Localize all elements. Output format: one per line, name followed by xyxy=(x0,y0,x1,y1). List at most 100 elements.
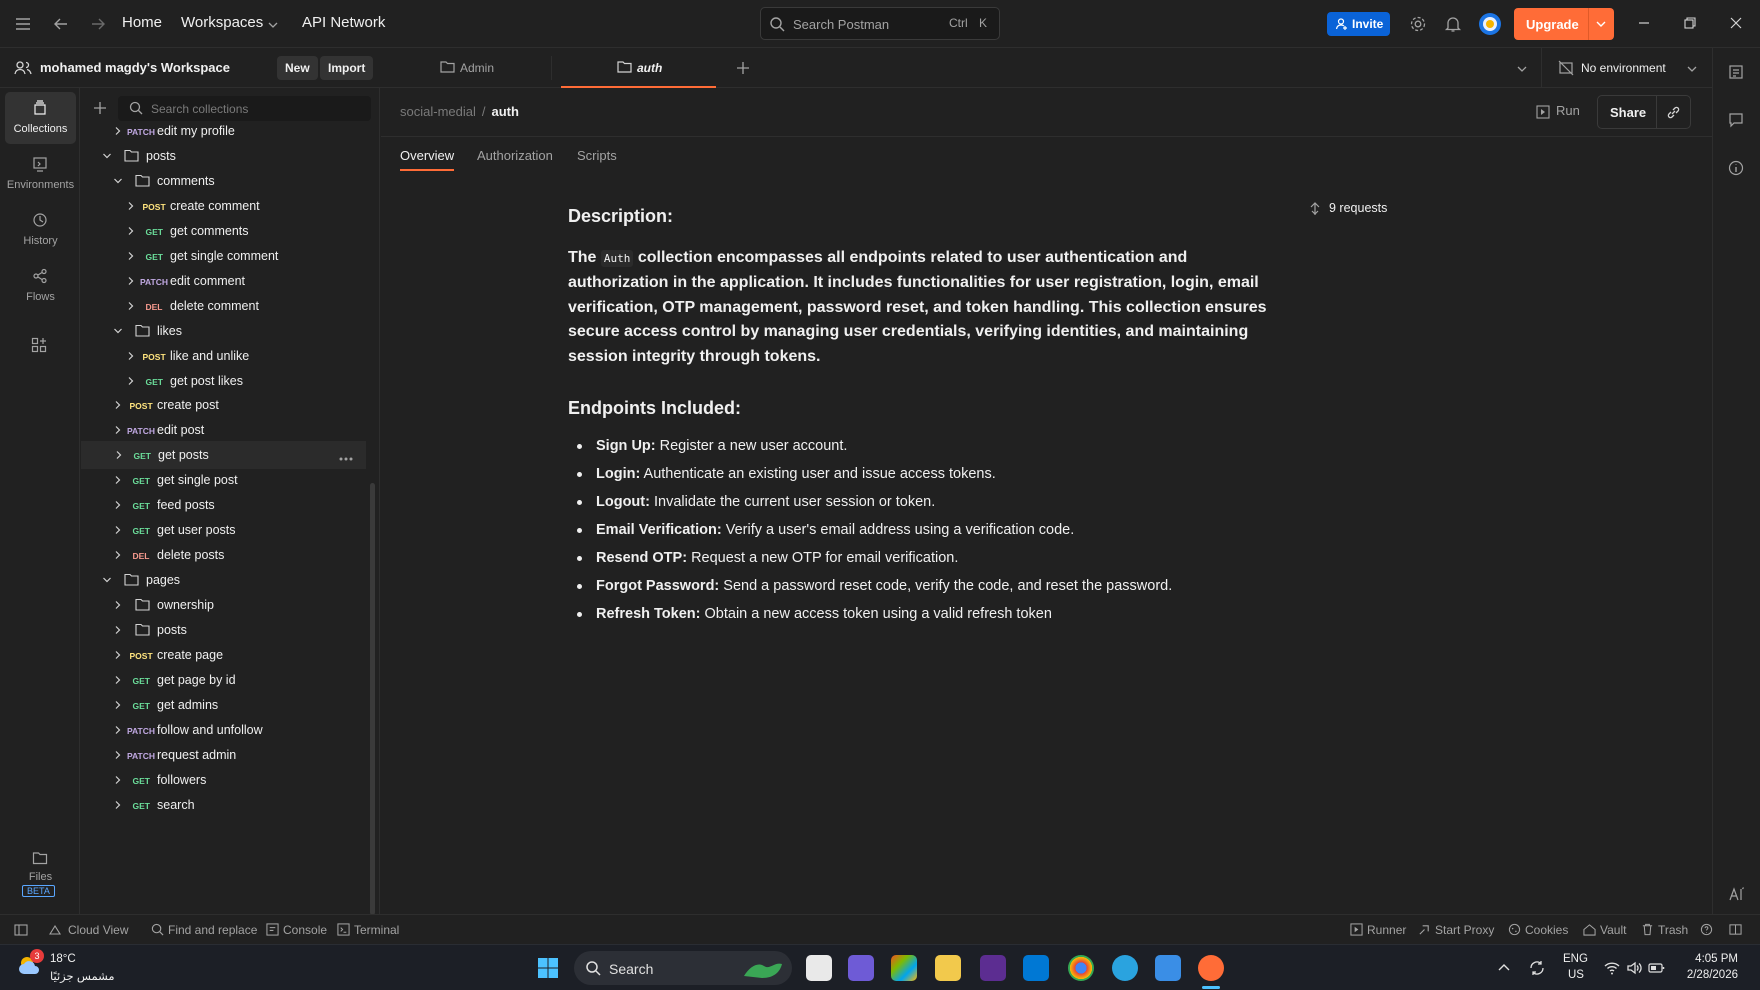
clock-time[interactable]: 4:05 PM xyxy=(1668,953,1738,965)
rail-files[interactable]: Files BETA xyxy=(5,846,76,906)
rail-flows[interactable]: Flows xyxy=(5,260,76,312)
chevron-down-icon[interactable] xyxy=(102,575,112,585)
gear-icon[interactable] xyxy=(1409,15,1427,33)
vs-code-icon[interactable] xyxy=(1023,955,1049,981)
menu-icon[interactable] xyxy=(14,15,32,33)
request-edit-comment[interactable]: PATCH edit comment xyxy=(80,267,366,295)
console[interactable]: Console xyxy=(283,923,327,937)
request-create-comment[interactable]: POST create comment xyxy=(80,192,366,220)
request-delete-posts[interactable]: DEL delete posts xyxy=(80,541,366,569)
chevron-right-icon[interactable] xyxy=(113,126,123,136)
chevron-right-icon[interactable] xyxy=(113,675,123,685)
two-pane-icon[interactable] xyxy=(1729,923,1742,936)
tab-scripts[interactable]: Scripts xyxy=(577,148,617,163)
photos-icon[interactable] xyxy=(1155,955,1181,981)
sidebar-scrollbar[interactable] xyxy=(370,483,375,915)
chevron-down-icon[interactable] xyxy=(102,151,112,161)
rail-history[interactable]: History xyxy=(5,204,76,256)
wifi-icon[interactable] xyxy=(1604,960,1620,976)
folder-likes[interactable]: likes xyxy=(80,317,366,345)
chevron-right-icon[interactable] xyxy=(126,376,136,386)
invite-button[interactable]: Invite xyxy=(1327,12,1390,36)
chevron-down-icon[interactable] xyxy=(113,176,123,186)
share-button[interactable]: Share xyxy=(1597,95,1691,129)
request-edit-post[interactable]: PATCH edit post xyxy=(80,416,366,444)
workspaces-menu[interactable]: Workspaces xyxy=(181,14,263,31)
forward-arrow-icon[interactable] xyxy=(89,15,107,33)
find-and-replace[interactable]: Find and replace xyxy=(168,923,257,937)
request-get-admins[interactable]: GET get admins xyxy=(80,691,366,719)
chevron-right-icon[interactable] xyxy=(113,725,123,735)
info-icon[interactable] xyxy=(1728,160,1744,176)
telegram-icon[interactable] xyxy=(1112,955,1138,981)
runner[interactable]: Runner xyxy=(1367,923,1406,937)
teams-icon[interactable] xyxy=(848,955,874,981)
request-edit-my-profile[interactable]: PATCH edit my profile xyxy=(80,117,366,145)
trash[interactable]: Trash xyxy=(1658,923,1688,937)
vault[interactable]: Vault xyxy=(1600,923,1626,937)
rail-environments[interactable]: Environments xyxy=(5,148,76,200)
environment-selector[interactable]: No environment xyxy=(1581,61,1666,75)
request-search[interactable]: GET search xyxy=(80,791,366,819)
new-tab-plus-icon[interactable] xyxy=(736,61,750,75)
language-top[interactable]: ENG xyxy=(1563,953,1588,965)
request-get-posts[interactable]: GET get posts xyxy=(81,441,366,470)
chevron-right-icon[interactable] xyxy=(113,425,123,435)
battery-icon[interactable] xyxy=(1648,960,1666,976)
tab-authorization[interactable]: Authorization xyxy=(477,148,553,163)
comments-icon[interactable] xyxy=(1728,112,1744,128)
chevron-right-icon[interactable] xyxy=(113,600,123,610)
request-followers[interactable]: GET followers xyxy=(80,766,366,794)
sync-icon[interactable] xyxy=(1528,959,1546,977)
chevron-right-icon[interactable] xyxy=(126,351,136,361)
avatar[interactable] xyxy=(1478,12,1502,36)
close-icon[interactable] xyxy=(1728,15,1744,31)
home-link[interactable]: Home xyxy=(122,14,162,31)
add-collection-plus-icon[interactable] xyxy=(93,101,107,115)
request-get-post-likes[interactable]: GET get post likes xyxy=(80,367,366,395)
run-icon[interactable] xyxy=(1536,105,1550,119)
import-button[interactable]: Import xyxy=(320,56,374,80)
minimize-icon[interactable] xyxy=(1636,15,1652,31)
folder-comments[interactable]: comments xyxy=(80,167,366,195)
chrome-icon[interactable] xyxy=(1068,955,1094,981)
volume-icon[interactable] xyxy=(1626,960,1642,976)
new-button[interactable]: New xyxy=(277,56,318,80)
chevron-right-icon[interactable] xyxy=(113,500,123,510)
request-create-post[interactable]: POST create post xyxy=(80,391,366,419)
request-get-single-comment[interactable]: GET get single comment xyxy=(80,242,366,270)
chevron-right-icon[interactable] xyxy=(113,525,123,535)
request-get-page-by-id[interactable]: GET get page by id xyxy=(80,666,366,694)
request-request-admin[interactable]: PATCH request admin xyxy=(80,741,366,769)
run-button[interactable]: Run xyxy=(1556,103,1580,118)
chevron-right-icon[interactable] xyxy=(113,550,123,560)
task-view-icon[interactable] xyxy=(806,955,832,981)
api-network-link[interactable]: API Network xyxy=(302,14,385,31)
start-proxy[interactable]: Start Proxy xyxy=(1435,923,1494,937)
request-get-user-posts[interactable]: GET get user posts xyxy=(80,516,366,544)
link-icon[interactable] xyxy=(1666,105,1681,120)
request-feed-posts[interactable]: GET feed posts xyxy=(80,491,366,519)
documentation-icon[interactable] xyxy=(1728,64,1744,80)
back-arrow-icon[interactable] xyxy=(52,15,70,33)
folder-posts[interactable]: posts xyxy=(80,616,366,644)
folder-pages[interactable]: pages xyxy=(80,566,366,594)
chevron-right-icon[interactable] xyxy=(126,276,136,286)
chevron-right-icon[interactable] xyxy=(113,650,123,660)
upgrade-button[interactable]: Upgrade xyxy=(1514,8,1614,40)
cookies[interactable]: Cookies xyxy=(1525,923,1568,937)
microsoft-365-icon[interactable] xyxy=(891,955,917,981)
tab-overview[interactable]: Overview xyxy=(400,148,454,163)
chevron-down-icon[interactable] xyxy=(1686,63,1698,75)
file-explorer-icon[interactable] xyxy=(935,955,961,981)
bell-icon[interactable] xyxy=(1444,15,1462,33)
chevron-down-icon[interactable] xyxy=(267,19,279,31)
chevron-right-icon[interactable] xyxy=(126,201,136,211)
windows-start-icon[interactable] xyxy=(537,957,559,979)
postman-icon[interactable] xyxy=(1198,955,1224,981)
chevron-right-icon[interactable] xyxy=(113,625,123,635)
tab-admin[interactable]: Admin xyxy=(420,48,550,88)
chevron-right-icon[interactable] xyxy=(126,251,136,261)
chevron-right-icon[interactable] xyxy=(113,750,123,760)
chevron-right-icon[interactable] xyxy=(113,475,123,485)
